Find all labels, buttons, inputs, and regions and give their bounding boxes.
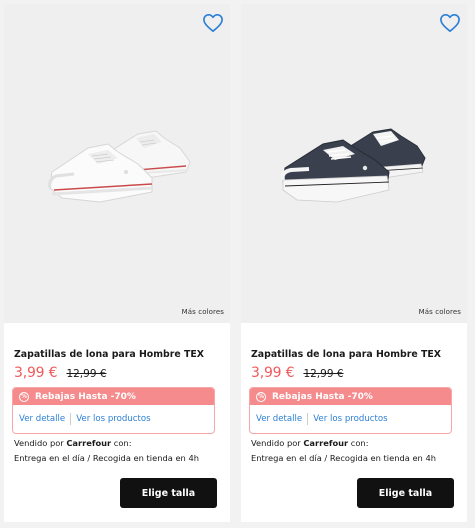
link-divider [307, 413, 309, 425]
promo-label: Rebajas Hasta -70% [272, 391, 373, 402]
view-products-link[interactable]: Ver los productos [76, 414, 150, 424]
product-image-white-sneakers [48, 130, 191, 203]
view-detail-link[interactable]: Ver detalle [256, 414, 302, 424]
more-colors-label[interactable]: Más colores [182, 308, 224, 316]
original-price: 12,99 € [303, 368, 344, 380]
seller-prefix: Vendido por [14, 438, 67, 448]
price-block: 3,99 € 12,99 € [14, 362, 107, 381]
product-image-area[interactable]: Más colores [241, 4, 467, 323]
seller-name: Carrefour [303, 438, 349, 448]
promo-label: Rebajas Hasta -70% [35, 391, 136, 402]
seller-prefix: Vendido por [251, 438, 304, 448]
seller-line: Vendido por Carrefour con: [251, 436, 465, 451]
promo-header: % Rebajas Hasta -70% [13, 388, 214, 405]
product-image-navy-sneakers [280, 128, 426, 203]
more-colors-label[interactable]: Más colores [419, 308, 461, 316]
product-card[interactable]: Más colores Zapatillas de lona para Homb… [4, 4, 230, 522]
promo-links: Ver detalle Ver los productos [13, 405, 214, 433]
promo-box: % Rebajas Hasta -70% Ver detalle Ver los… [12, 387, 215, 434]
heart-outline-icon[interactable] [439, 13, 461, 33]
seller-line: Vendido por Carrefour con: [14, 436, 228, 451]
link-divider [70, 413, 72, 425]
original-price: 12,99 € [66, 368, 107, 380]
seller-suffix: con: [348, 438, 369, 448]
view-detail-link[interactable]: Ver detalle [19, 414, 65, 424]
seller-info: Vendido por Carrefour con: Entrega en el… [14, 436, 228, 466]
percent-tag-icon: % [19, 391, 29, 402]
product-image-area[interactable]: Más colores [4, 4, 230, 323]
promo-header: % Rebajas Hasta -70% [250, 388, 451, 405]
product-title[interactable]: Zapatillas de lona para Hombre TEX [14, 349, 224, 360]
product-card[interactable]: Más colores Zapatillas de lona para Homb… [241, 4, 467, 522]
heart-outline-icon[interactable] [202, 13, 224, 33]
current-price: 3,99 € [14, 365, 58, 381]
choose-size-button[interactable]: Elige talla [357, 478, 454, 508]
current-price: 3,99 € [251, 365, 295, 381]
choose-size-button[interactable]: Elige talla [120, 478, 217, 508]
percent-tag-icon: % [256, 391, 266, 402]
seller-name: Carrefour [66, 438, 112, 448]
seller-suffix: con: [111, 438, 132, 448]
delivery-options: Entrega en el día / Recogida en tienda e… [14, 453, 199, 463]
product-grid: Más colores Zapatillas de lona para Homb… [0, 0, 475, 528]
price-block: 3,99 € 12,99 € [251, 362, 344, 381]
delivery-options: Entrega en el día / Recogida en tienda e… [251, 453, 436, 463]
view-products-link[interactable]: Ver los productos [313, 414, 387, 424]
product-title[interactable]: Zapatillas de lona para Hombre TEX [251, 349, 461, 360]
promo-links: Ver detalle Ver los productos [250, 405, 451, 433]
promo-box: % Rebajas Hasta -70% Ver detalle Ver los… [249, 387, 452, 434]
seller-info: Vendido por Carrefour con: Entrega en el… [251, 436, 465, 466]
